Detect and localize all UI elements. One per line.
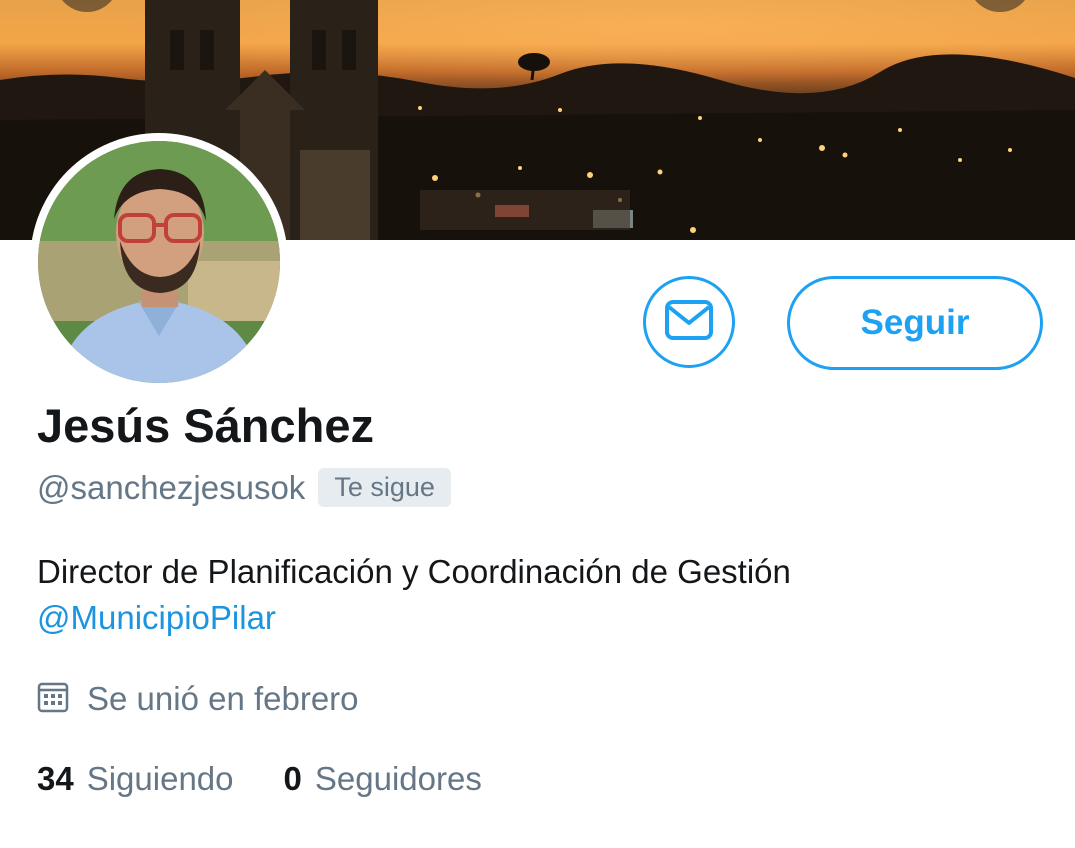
follow-button-label: Seguir [860,303,970,342]
followers-count: 0 [283,760,302,797]
bio-text: Director de Planificación y Coordinación… [37,553,791,590]
profile-name: Jesús Sánchez [37,399,375,452]
follows-you-badge: Te sigue [318,468,451,507]
following-count: 34 [37,760,74,797]
profile-handle: @sanchezjesusok [37,468,306,506]
following-label: Siguiendo [86,760,234,797]
calendar-icon [37,681,69,718]
joined-date-row: Se unió en febrero [37,680,359,718]
profile-page: Seguir Jesús Sánchez @sanchezjesusok Te … [0,0,1075,848]
envelope-icon [664,299,714,346]
bio-mention-link[interactable]: @MunicipioPilar [37,595,791,641]
profile-bio: Director de Planificación y Coordinación… [37,549,791,641]
message-button[interactable] [643,276,735,368]
follow-button[interactable]: Seguir [787,276,1043,370]
followers-stat[interactable]: 0 Seguidores [284,760,482,798]
handle-row: @sanchezjesusok Te sigue [37,468,451,507]
following-stat[interactable]: 34 Siguiendo [37,760,234,798]
followers-label: Seguidores [314,760,482,797]
stats-row: 34 Siguiendo 0 Seguidores [37,760,482,798]
avatar[interactable] [30,133,288,391]
joined-date-text: Se unió en febrero [87,680,359,717]
